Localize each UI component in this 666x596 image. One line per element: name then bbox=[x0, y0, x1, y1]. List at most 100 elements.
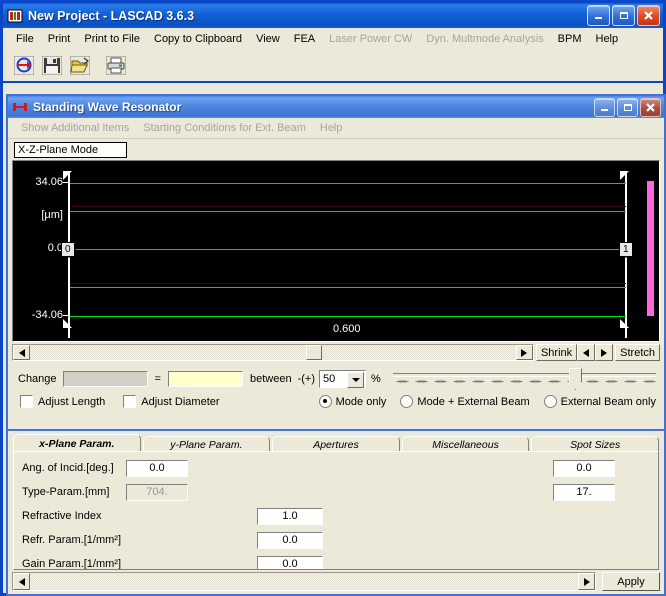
options-row: Adjust Length Adjust Diameter Mode only … bbox=[8, 391, 664, 412]
external-beam-only-label: External Beam only bbox=[560, 395, 656, 408]
scroll-right-button[interactable] bbox=[515, 345, 533, 360]
y-tick-top: 34.06 bbox=[35, 176, 63, 188]
menu-bpm[interactable]: BPM bbox=[551, 31, 589, 47]
y-tick-zero: 0.0 bbox=[47, 242, 63, 254]
mode-external-beam-radio[interactable] bbox=[400, 395, 414, 408]
secondary-line-upper bbox=[70, 206, 626, 207]
menu-view[interactable]: View bbox=[249, 31, 287, 47]
mode-external-beam-label: Mode + External Beam bbox=[417, 395, 530, 408]
slider-track bbox=[392, 373, 656, 377]
child-close-button[interactable] bbox=[640, 98, 661, 117]
stretch-button[interactable]: Stretch bbox=[615, 344, 660, 361]
form-row-ang-of-incid: Ang. of Incid.[deg.] 0.0 0.0 bbox=[14, 456, 658, 480]
external-beam-only-radio[interactable] bbox=[543, 395, 557, 408]
plot-canvas: 34.06 [μm] 0.0 -34.06 0 1 0.600 bbox=[13, 161, 659, 341]
menu-file[interactable]: File bbox=[9, 31, 41, 47]
slider-knob[interactable] bbox=[568, 368, 582, 390]
y-axis-bottom-arrow bbox=[63, 319, 72, 328]
adjust-length-checkbox[interactable] bbox=[20, 395, 33, 408]
mode-only-radio[interactable] bbox=[318, 395, 332, 408]
percent-sign-label: % bbox=[371, 373, 381, 385]
adjust-diameter-checkbox[interactable] bbox=[123, 395, 137, 408]
menu-print[interactable]: Print bbox=[41, 31, 78, 47]
plot-control-bar: Shrink Stretch bbox=[12, 344, 660, 361]
right-axis-top-arrow bbox=[620, 171, 629, 180]
menu-child-help: Help bbox=[319, 122, 343, 134]
open-folder-icon[interactable] bbox=[67, 53, 93, 78]
child-title: Standing Wave Resonator bbox=[33, 100, 182, 114]
shrink-button[interactable]: Shrink bbox=[535, 344, 578, 361]
bottom-bar: Apply bbox=[12, 572, 660, 591]
percent-dropdown[interactable]: 50 bbox=[319, 370, 366, 388]
scroll-left-button[interactable] bbox=[13, 345, 30, 360]
menu-fea[interactable]: FEA bbox=[287, 31, 322, 47]
resonator-plot[interactable]: 34.06 [μm] 0.0 -34.06 0 1 0.600 bbox=[12, 160, 660, 342]
scroll-track[interactable] bbox=[30, 345, 516, 360]
gain-param-label: Gain Param.[1/mm²] bbox=[22, 558, 122, 570]
type-param-label: Type-Param.[mm] bbox=[22, 486, 110, 498]
params-scroll-track[interactable] bbox=[30, 573, 578, 590]
params-scroll-left-button[interactable] bbox=[13, 573, 30, 590]
step-left-button[interactable] bbox=[577, 344, 596, 361]
menu-print-to-file[interactable]: Print to File bbox=[77, 31, 147, 47]
change-element-field[interactable] bbox=[62, 371, 148, 387]
menu-help[interactable]: Help bbox=[589, 31, 626, 47]
parameter-tab-area: x-Plane Param. y-Plane Param. Apertures … bbox=[8, 429, 664, 594]
plane-mode-field[interactable]: X-Z-Plane Mode bbox=[14, 142, 127, 158]
child-window-buttons bbox=[594, 98, 661, 117]
element-node-1[interactable]: 1 bbox=[619, 242, 633, 257]
ang-of-incid-label: Ang. of Incid.[deg.] bbox=[22, 462, 114, 474]
child-minimize-button[interactable] bbox=[594, 98, 615, 117]
ang-of-incid-right-field[interactable]: 0.0 bbox=[553, 459, 615, 477]
tab-panel-x-plane-param: Ang. of Incid.[deg.] 0.0 0.0 Type-Param.… bbox=[13, 451, 659, 570]
close-button[interactable] bbox=[637, 5, 660, 26]
change-slider[interactable] bbox=[392, 368, 656, 390]
form-row-refr-param: Refr. Param.[1/mm²] 0.0 bbox=[14, 528, 658, 552]
plane-mode-bar: X-Z-Plane Mode bbox=[8, 139, 664, 160]
print-icon[interactable] bbox=[103, 53, 129, 78]
menu-copy-to-clipboard[interactable]: Copy to Clipboard bbox=[147, 31, 249, 47]
secondary-line-lower bbox=[70, 283, 626, 284]
chevron-down-icon[interactable] bbox=[347, 372, 364, 388]
mode-line-1 bbox=[70, 183, 626, 184]
refractive-index-field[interactable]: 1.0 bbox=[257, 507, 323, 525]
change-value-field[interactable] bbox=[167, 371, 243, 387]
plot-hscrollbar[interactable] bbox=[12, 344, 534, 361]
type-param-field: 704. bbox=[126, 483, 188, 501]
slider-ticks bbox=[392, 380, 656, 383]
save-icon[interactable] bbox=[39, 53, 65, 78]
ang-of-incid-field[interactable]: 0.0 bbox=[126, 459, 188, 477]
main-window: New Project - LASCAD 3.6.3 File Print Pr… bbox=[0, 0, 666, 596]
child-window-standing-wave-resonator: Standing Wave Resonator Show Additional … bbox=[6, 94, 666, 596]
refresh-icon[interactable] bbox=[11, 53, 37, 78]
child-menubar: Show Additional Items Starting Condition… bbox=[8, 118, 664, 139]
step-right-button[interactable] bbox=[595, 344, 614, 361]
child-maximize-button[interactable] bbox=[617, 98, 638, 117]
apply-button[interactable]: Apply bbox=[602, 572, 660, 591]
type-param-right-field[interactable]: 17. bbox=[553, 483, 615, 501]
right-axis-stub bbox=[625, 328, 627, 338]
right-axis-bottom-arrow bbox=[620, 319, 629, 328]
element-node-0[interactable]: 0 bbox=[61, 242, 75, 257]
params-hscrollbar[interactable] bbox=[12, 572, 596, 591]
adjust-diameter-label: Adjust Diameter bbox=[141, 395, 220, 408]
app-logo-icon bbox=[7, 8, 23, 24]
gain-param-field[interactable]: 0.0 bbox=[257, 555, 323, 569]
maximize-button[interactable] bbox=[612, 5, 635, 26]
app-titlebar: New Project - LASCAD 3.6.3 bbox=[3, 3, 663, 28]
child-window-icon bbox=[12, 99, 28, 115]
y-axis-top-arrow bbox=[63, 171, 72, 180]
percent-dropdown-value: 50 bbox=[323, 373, 336, 385]
minimize-button[interactable] bbox=[587, 5, 610, 26]
y-axis-unit-label: [μm] bbox=[41, 209, 63, 221]
app-window-buttons bbox=[587, 5, 660, 26]
params-scroll-right-button[interactable] bbox=[578, 573, 595, 590]
refr-param-label: Refr. Param.[1/mm²] bbox=[22, 534, 122, 546]
output-coupler-marker bbox=[647, 181, 654, 316]
refr-param-field[interactable]: 0.0 bbox=[257, 531, 323, 549]
between-label: between bbox=[249, 373, 292, 385]
equals-label: = bbox=[154, 373, 161, 385]
scroll-thumb[interactable] bbox=[306, 345, 322, 360]
optical-axis-line bbox=[70, 249, 626, 250]
mode-line-2 bbox=[70, 211, 626, 212]
